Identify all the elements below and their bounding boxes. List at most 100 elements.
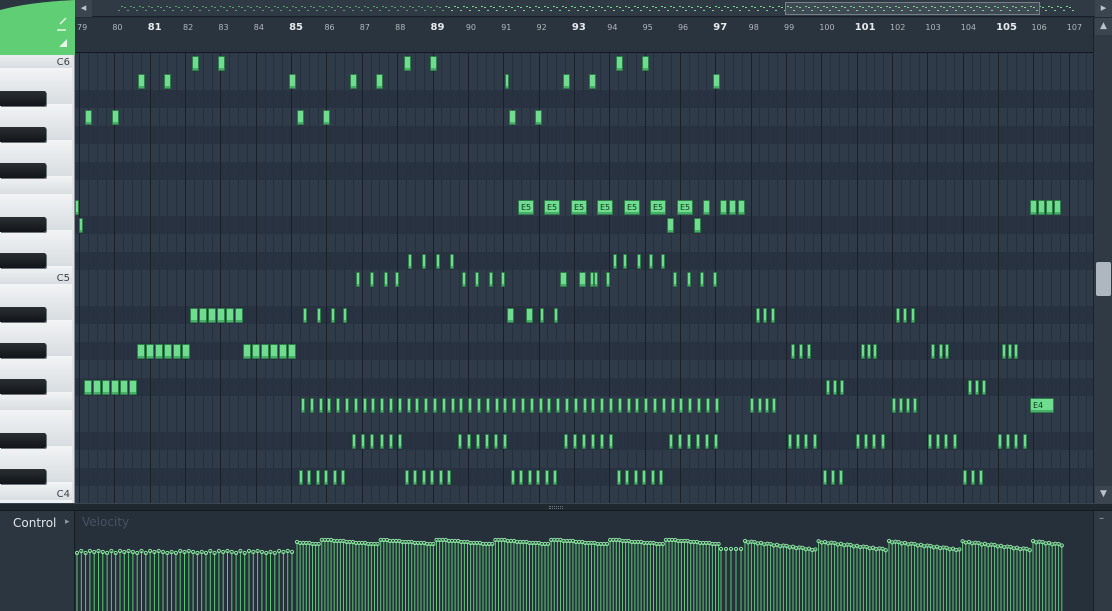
note[interactable] — [208, 308, 216, 323]
note[interactable] — [772, 398, 776, 413]
note[interactable] — [831, 470, 835, 485]
overview-scroller[interactable]: ◂ ▸ — [75, 0, 1112, 17]
scroll-up-button[interactable]: ▲ — [1095, 18, 1112, 35]
grid-row[interactable] — [75, 360, 1093, 378]
note[interactable] — [582, 434, 586, 449]
note[interactable] — [1008, 344, 1012, 359]
note[interactable] — [694, 218, 701, 233]
note[interactable] — [574, 398, 578, 413]
note[interactable] — [833, 380, 837, 395]
note[interactable] — [489, 272, 493, 287]
note[interactable] — [324, 470, 328, 485]
note[interactable] — [333, 470, 337, 485]
note[interactable] — [380, 398, 384, 413]
note[interactable] — [968, 380, 972, 395]
note[interactable] — [199, 308, 207, 323]
note[interactable] — [756, 308, 760, 323]
note[interactable] — [430, 470, 434, 485]
note[interactable] — [616, 56, 623, 71]
note[interactable] — [301, 398, 305, 413]
note[interactable] — [679, 398, 683, 413]
note[interactable] — [625, 470, 629, 485]
note[interactable] — [430, 56, 437, 71]
note[interactable] — [796, 434, 800, 449]
note[interactable]: E5 — [677, 200, 693, 215]
note[interactable] — [495, 398, 499, 413]
black-key[interactable] — [0, 469, 46, 484]
white-key[interactable] — [0, 176, 72, 196]
pane-divider[interactable] — [0, 503, 1112, 511]
note[interactable] — [182, 344, 190, 359]
note[interactable] — [856, 434, 860, 449]
note[interactable] — [713, 74, 720, 89]
note[interactable] — [389, 434, 393, 449]
note[interactable] — [659, 470, 663, 485]
black-key[interactable] — [0, 379, 46, 394]
note[interactable] — [906, 398, 910, 413]
note-grid[interactable]: E5 E5 E5 E5 E5 E5 E5 E4 — [75, 53, 1093, 503]
note[interactable] — [279, 344, 287, 359]
note[interactable] — [738, 200, 745, 215]
grid-row[interactable] — [75, 180, 1093, 198]
note[interactable] — [583, 398, 587, 413]
note[interactable] — [613, 254, 617, 269]
note[interactable] — [164, 74, 171, 89]
note[interactable] — [1014, 434, 1018, 449]
note[interactable] — [1014, 344, 1018, 359]
note[interactable] — [553, 470, 557, 485]
note[interactable] — [579, 272, 586, 287]
note[interactable] — [547, 398, 551, 413]
note[interactable] — [687, 272, 691, 287]
grid-row[interactable] — [75, 378, 1093, 396]
note[interactable]: E5 — [544, 200, 560, 215]
note[interactable] — [528, 470, 532, 485]
velocity-pane[interactable]: Velocity — [75, 511, 1093, 611]
note[interactable] — [896, 308, 900, 323]
grid-row[interactable] — [75, 90, 1093, 108]
grid-row[interactable] — [75, 252, 1093, 270]
grid-row[interactable] — [75, 54, 1093, 72]
note[interactable] — [261, 344, 269, 359]
note[interactable] — [310, 398, 314, 413]
note[interactable] — [413, 470, 417, 485]
note[interactable] — [350, 74, 357, 89]
note[interactable] — [85, 110, 92, 125]
note[interactable] — [146, 344, 154, 359]
note[interactable] — [589, 74, 596, 89]
note[interactable] — [521, 398, 525, 413]
note[interactable] — [661, 254, 665, 269]
note[interactable] — [771, 308, 775, 323]
note[interactable] — [653, 398, 657, 413]
note[interactable]: E5 — [624, 200, 640, 215]
note[interactable] — [173, 344, 181, 359]
note[interactable] — [512, 398, 516, 413]
note[interactable] — [494, 434, 498, 449]
note[interactable] — [609, 398, 613, 413]
note[interactable] — [111, 380, 119, 395]
collapse-pane-icon[interactable]: – — [1099, 513, 1104, 524]
note[interactable] — [703, 200, 710, 215]
note[interactable] — [556, 398, 560, 413]
note[interactable] — [706, 398, 710, 413]
note[interactable] — [442, 398, 446, 413]
note[interactable] — [600, 398, 604, 413]
note[interactable] — [450, 254, 454, 269]
note[interactable] — [519, 470, 523, 485]
note[interactable] — [458, 434, 462, 449]
note[interactable] — [509, 110, 516, 125]
note[interactable] — [609, 434, 613, 449]
note[interactable] — [507, 308, 514, 323]
note[interactable] — [217, 308, 225, 323]
note[interactable] — [327, 398, 331, 413]
note[interactable] — [218, 56, 225, 71]
note[interactable] — [758, 398, 762, 413]
note[interactable] — [644, 398, 648, 413]
note[interactable] — [336, 398, 340, 413]
note[interactable] — [642, 470, 646, 485]
note[interactable] — [398, 434, 402, 449]
note[interactable]: E5 — [518, 200, 534, 215]
note[interactable] — [696, 434, 700, 449]
note[interactable] — [138, 74, 145, 89]
note[interactable] — [389, 398, 393, 413]
note[interactable] — [536, 470, 540, 485]
